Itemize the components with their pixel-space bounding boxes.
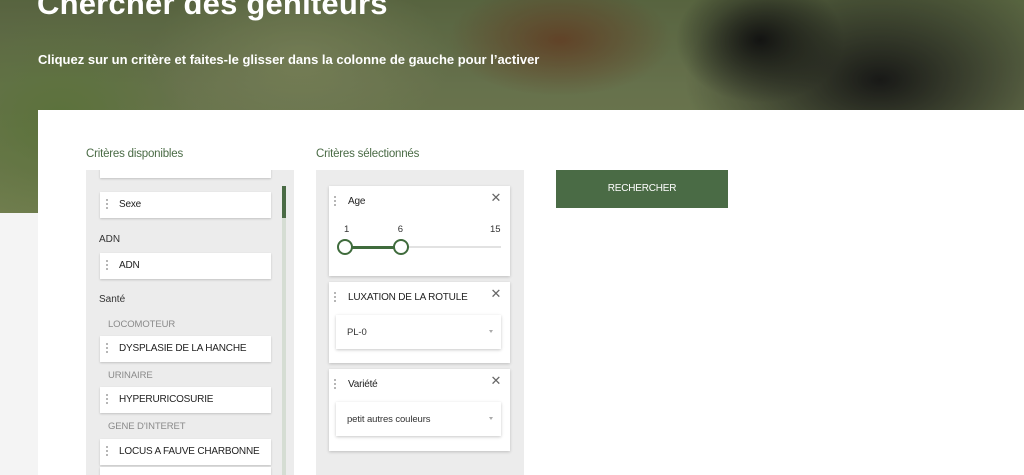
drag-handle-icon[interactable] <box>334 379 336 389</box>
variete-select[interactable]: petit autres couleurs <box>336 402 501 436</box>
scrollbar[interactable] <box>282 186 286 475</box>
criterion-item-locus[interactable]: LOCUS A FAUVE CHARBONNE <box>100 439 271 465</box>
scrollbar-thumb[interactable] <box>282 186 286 218</box>
page-title: Chercher des géniteurs <box>37 0 388 21</box>
slider-handle-low[interactable] <box>337 239 353 255</box>
criterion-item-partial[interactable] <box>100 467 271 475</box>
group-label-sante: Santé <box>99 294 126 305</box>
criterion-label: DYSPLASIE DE LA HANCHE <box>119 343 247 354</box>
subgroup-label-gene: GENE D'INTERET <box>108 421 186 432</box>
criterion-item-adn[interactable]: ADN <box>100 253 271 279</box>
criterion-label: LOCUS A FAUVE CHARBONNE <box>119 446 260 457</box>
selected-criterion-variete[interactable]: Variété ✕ petit autres couleurs <box>329 369 510 451</box>
criterion-item-sexe[interactable]: Sexe <box>100 192 271 218</box>
chevron-down-icon <box>489 417 493 420</box>
close-icon[interactable]: ✕ <box>490 191 502 204</box>
selected-criteria-list[interactable]: Age ✕ 1 6 15 LUXATION DE LA ROTULE ✕ PL-… <box>316 170 524 475</box>
chevron-down-icon <box>489 330 493 333</box>
subgroup-label-locomoteur: LOCOMOTEUR <box>108 319 176 330</box>
criterion-item-hyperuricosurie[interactable]: HYPERURICOSURIE <box>100 387 271 413</box>
search-button[interactable]: RECHERCHER <box>556 170 728 208</box>
drag-handle-icon[interactable] <box>106 446 108 456</box>
criterion-label: Age <box>348 196 366 207</box>
close-icon[interactable]: ✕ <box>490 287 502 300</box>
available-criteria-title: Critères disponibles <box>86 148 183 160</box>
luxation-select[interactable]: PL-0 <box>336 315 501 349</box>
slider-value-label: 6 <box>397 224 403 235</box>
slider-min-label: 1 <box>344 224 350 235</box>
drag-handle-icon[interactable] <box>106 260 108 270</box>
criterion-label: ADN <box>119 260 140 271</box>
close-icon[interactable]: ✕ <box>490 374 502 387</box>
slider-max-label: 15 <box>490 224 501 235</box>
select-value: PL-0 <box>347 327 367 338</box>
slider-handle-high[interactable] <box>392 239 409 255</box>
age-range-slider[interactable] <box>337 239 501 255</box>
selected-criterion-age[interactable]: Age ✕ 1 6 15 <box>329 186 510 276</box>
criterion-label: LUXATION DE LA ROTULE <box>348 292 468 303</box>
criterion-label: HYPERURICOSURIE <box>119 394 214 405</box>
drag-handle-icon[interactable] <box>106 394 108 404</box>
drag-handle-icon[interactable] <box>334 292 336 302</box>
select-value: petit autres couleurs <box>347 414 431 425</box>
drag-handle-icon[interactable] <box>106 343 108 353</box>
available-criteria-list[interactable]: Sexe ADN ADN Santé LOCOMOTEUR DYSPLASIE … <box>86 170 294 475</box>
criterion-item-dysplasie[interactable]: DYSPLASIE DE LA HANCHE <box>100 336 271 362</box>
criterion-item-partial[interactable] <box>100 170 271 178</box>
subgroup-label-urinaire: URINAIRE <box>108 370 153 381</box>
group-label-adn: ADN <box>99 234 121 245</box>
drag-handle-icon[interactable] <box>106 199 108 209</box>
search-card: Critères disponibles Critères sélectionn… <box>38 110 1024 475</box>
drag-handle-icon[interactable] <box>334 196 336 206</box>
selected-criterion-luxation[interactable]: LUXATION DE LA ROTULE ✕ PL-0 <box>329 282 510 363</box>
criterion-label: Sexe <box>119 199 141 210</box>
page-subtitle: Cliquez sur un critère et faites-le glis… <box>38 52 540 67</box>
criterion-label: Variété <box>348 379 378 390</box>
selected-criteria-title: Critères sélectionnés <box>316 148 420 160</box>
